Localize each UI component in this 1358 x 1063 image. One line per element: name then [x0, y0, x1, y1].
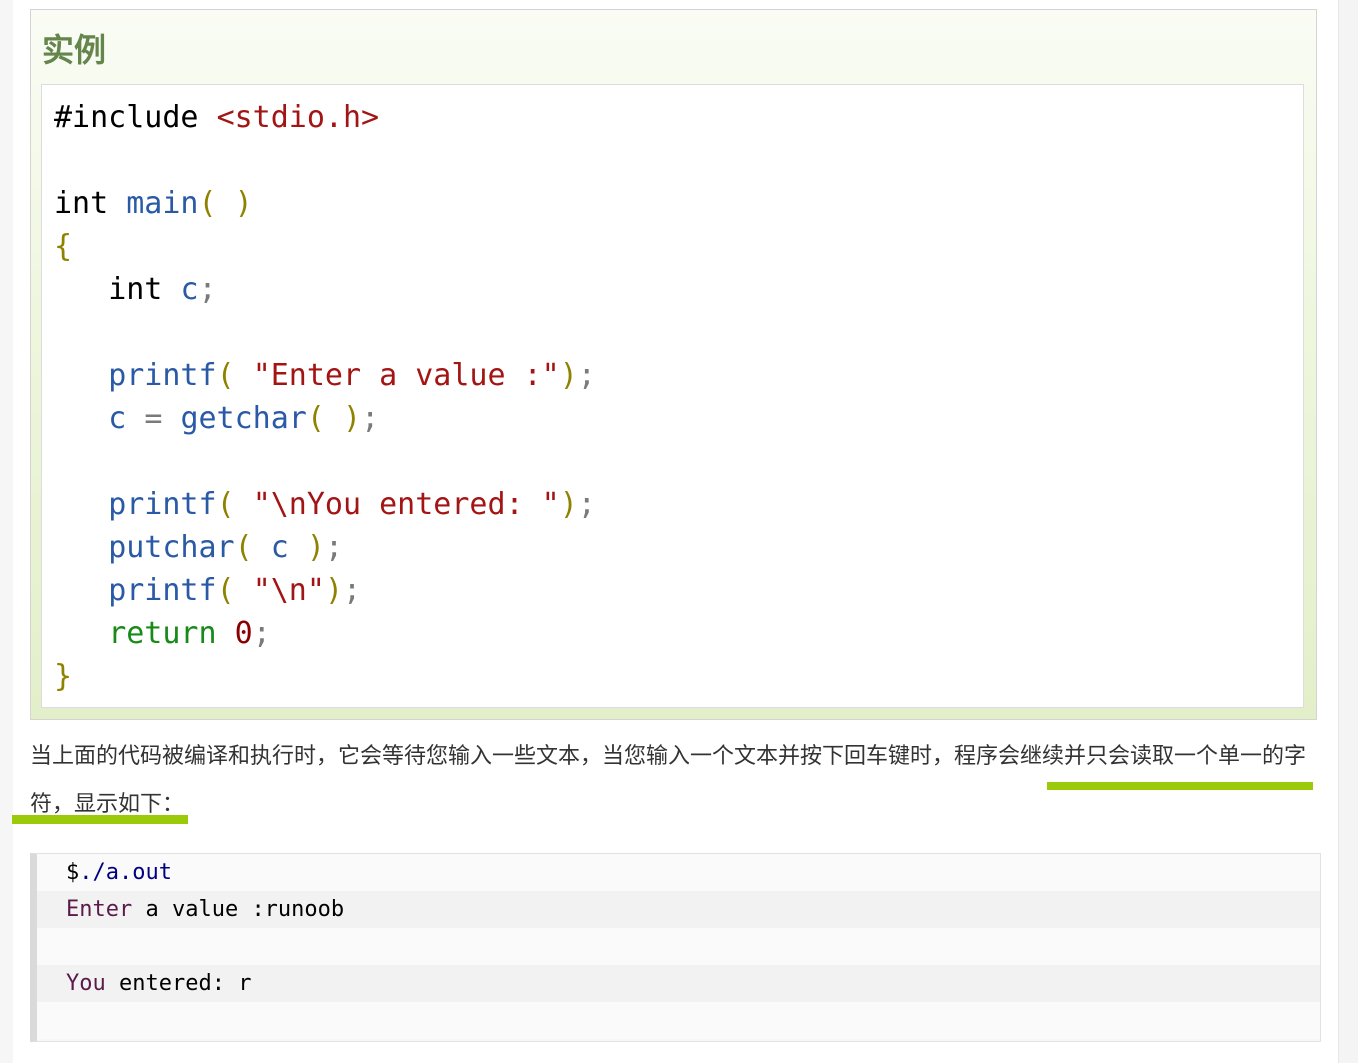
- highlight-underline-2: [12, 815, 188, 824]
- example-title: 实例: [42, 31, 107, 69]
- code-line-7: printf( "Enter a value :");: [108, 358, 596, 393]
- terminal-line-1: $./a.out: [37, 854, 1320, 891]
- code-line-14: }: [54, 659, 73, 694]
- code-line-13: return 0;: [108, 616, 271, 651]
- code-line-1: #include <stdio.h>: [54, 100, 380, 135]
- terminal-line-5: [37, 1002, 1320, 1039]
- terminal-output: $./a.out Enter a value :runoob You enter…: [30, 853, 1321, 1042]
- code-line-5: int c;: [108, 272, 217, 307]
- code-line-12: printf( "\n");: [108, 573, 362, 608]
- terminal-line-3: [37, 928, 1320, 965]
- code-line-4: {: [54, 229, 73, 264]
- highlight-underline-1: [1047, 782, 1313, 790]
- terminal-line-2: Enter a value :runoob: [37, 891, 1320, 928]
- code-line-10: printf( "\nYou entered: ");: [108, 487, 596, 522]
- code-block: #include <stdio.h> int main( ) { int c; …: [41, 84, 1304, 708]
- terminal-line-4: You entered: r: [37, 965, 1320, 1002]
- code-line-11: putchar( c );: [108, 530, 343, 565]
- code-line-3: int main( ): [54, 186, 253, 221]
- example-box: 实例 #include <stdio.h> int main( ) { int …: [30, 9, 1317, 720]
- code-text: #include <stdio.h> int main( ) { int c; …: [54, 96, 596, 698]
- description-paragraph: 当上面的代码被编译和执行时，它会等待您输入一些文本，当您输入一个文本并按下回车键…: [30, 744, 1307, 817]
- right-scrollbar[interactable]: [1338, 0, 1358, 1063]
- code-line-8: c = getchar( );: [108, 401, 380, 436]
- left-gutter: [0, 0, 13, 1063]
